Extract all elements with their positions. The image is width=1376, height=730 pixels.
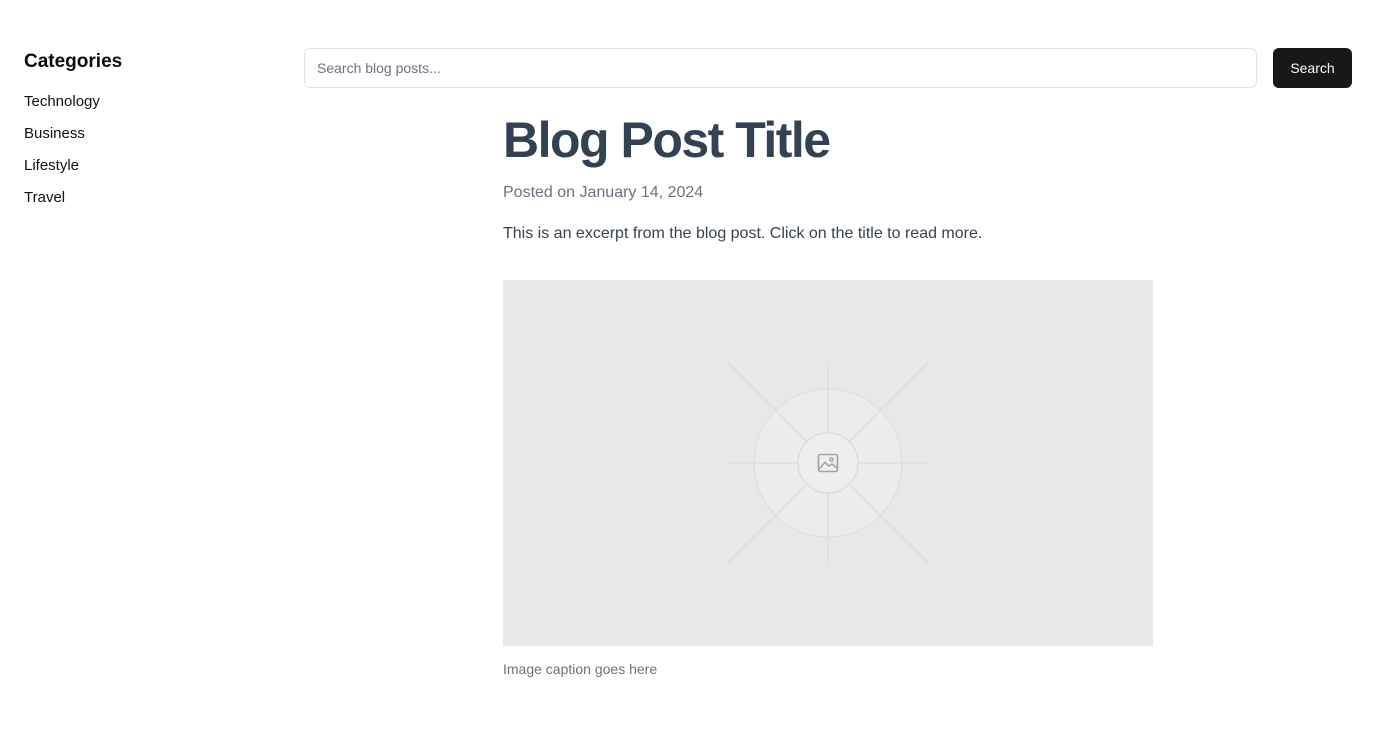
category-list: Technology Business Lifestyle Travel (24, 92, 244, 220)
search-button[interactable]: Search (1273, 48, 1352, 88)
image-icon (817, 453, 839, 473)
image-caption: Image caption goes here (503, 661, 658, 677)
image-placeholder (503, 280, 1153, 646)
category-item-travel[interactable]: Travel (24, 188, 244, 220)
post-excerpt: This is an excerpt from the blog post. C… (503, 225, 983, 242)
category-item-lifestyle[interactable]: Lifestyle (24, 156, 244, 188)
post-title[interactable]: Blog Post Title (503, 110, 1153, 170)
post-date: Posted on January 14, 2024 (503, 184, 704, 201)
blog-post: Blog Post Title Posted on January 14, 20… (503, 110, 1153, 678)
sidebar: Categories Technology Business Lifestyle… (24, 50, 244, 220)
search-input[interactable] (304, 48, 1257, 88)
post-figure: Image caption goes here (503, 280, 1153, 678)
page: Categories Technology Business Lifestyle… (0, 0, 1376, 730)
category-item-business[interactable]: Business (24, 124, 244, 156)
sidebar-title: Categories (24, 51, 123, 72)
category-item-technology[interactable]: Technology (24, 92, 244, 124)
